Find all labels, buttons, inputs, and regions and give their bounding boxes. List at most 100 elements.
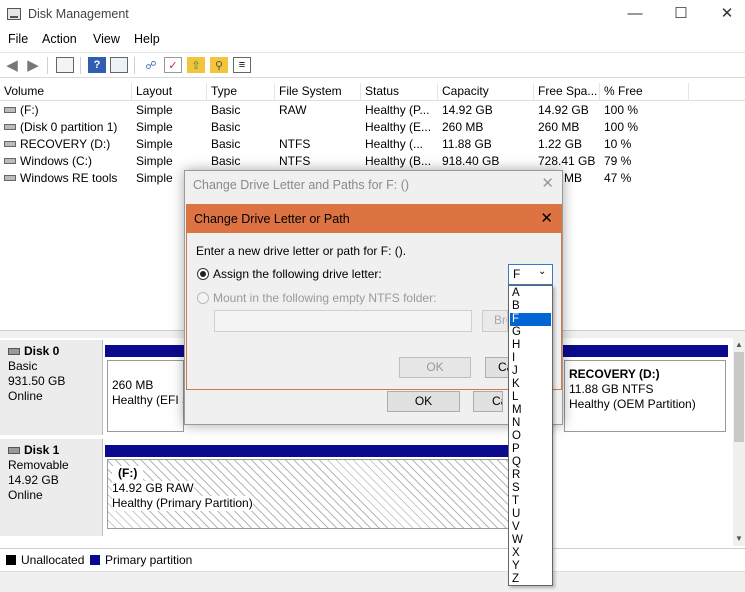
console-tree-icon[interactable] [56,57,74,73]
drive-letter-option[interactable]: M [510,404,551,417]
legend-unallocated-label: Unallocated [21,553,85,567]
drive-letter-option[interactable]: F [510,313,551,326]
minimize-icon[interactable]: — [612,0,658,28]
partition-f[interactable]: (F:) 14.92 GB RAW Healthy (Primary Parti… [107,459,509,529]
drive-letter-option[interactable]: L [510,391,551,404]
maximize-icon[interactable]: ☐ [658,0,704,28]
unallocated-swatch [6,555,16,565]
drive-letter-option[interactable]: N [510,417,551,430]
toolbar-separator [47,57,48,74]
close-icon[interactable]: ✕ [541,174,554,192]
percent-free-cell: 10 % [604,137,632,151]
toolbar-separator [134,57,135,74]
connect-icon[interactable]: ☍ [142,57,160,73]
drive-icon [4,124,16,130]
column-header-capacity[interactable]: Capacity [438,83,534,101]
ok-button[interactable]: OK [399,357,471,378]
column-header-layout[interactable]: Layout [132,83,207,101]
ok-button[interactable]: OK [387,391,460,412]
dialog-title: Change Drive Letter and Paths for F: () [193,178,410,192]
status-bar [0,571,745,592]
folder-path-input[interactable] [214,310,472,332]
properties-icon[interactable]: ≡ [233,57,251,73]
menu-file[interactable]: File [8,32,28,46]
capacity-cell: 14.92 GB [442,103,493,117]
volume-cell: (Disk 0 partition 1) [20,120,118,134]
drive-letter-option[interactable]: Q [510,456,551,469]
table-row[interactable]: (F:) Simple Basic RAW Healthy (P... 14.9… [0,102,745,119]
toolbar: ◀ ▶ ? ☍ ✓ ⇧ ⚲ ≡ [0,52,745,78]
drive-letter-select[interactable]: F ⌄ [508,264,553,285]
drive-letter-option[interactable]: Y [510,560,551,573]
drive-letter-option[interactable]: T [510,495,551,508]
scroll-down-icon[interactable]: ▼ [735,534,743,543]
drive-letter-option[interactable]: W [510,534,551,547]
vertical-scrollbar[interactable]: ▲ ▼ [733,338,745,546]
volume-cell: RECOVERY (D:) [20,137,111,151]
drive-letter-option[interactable]: K [510,378,551,391]
column-header-status[interactable]: Status [361,83,438,101]
menu-help[interactable]: Help [134,32,160,46]
drive-letter-option[interactable]: R [510,469,551,482]
menu-bar: File Action View Help [0,30,745,50]
close-icon[interactable]: ✕ [540,209,553,227]
disk-size: 14.92 GB [8,473,59,487]
drive-letter-option[interactable]: U [510,508,551,521]
drive-letter-option[interactable]: I [510,352,551,365]
drive-letter-option[interactable]: B [510,300,551,313]
capacity-cell: 11.88 GB [442,137,492,151]
drive-letter-option[interactable]: O [510,430,551,443]
scroll-thumb[interactable] [734,352,744,442]
drive-letter-option[interactable]: V [510,521,551,534]
search-folder-icon[interactable]: ⚲ [210,57,228,73]
drive-letter-option[interactable]: Z [510,573,551,586]
column-header-percent-free[interactable]: % Free [600,83,689,101]
disk-1-label[interactable]: Disk 1 Removable 14.92 GB Online [0,439,103,536]
partition-status: Healthy (Primary Partition) [112,496,253,511]
up-folder-icon[interactable]: ⇧ [187,57,205,73]
list-view-icon[interactable] [110,57,128,73]
change-letter-dialog: Change Drive Letter or Path ✕ Enter a ne… [186,204,562,390]
drive-letter-option[interactable]: J [510,365,551,378]
drive-letter-option[interactable]: A [510,287,551,300]
drive-letter-option[interactable]: P [510,443,551,456]
drive-icon [4,141,16,147]
chevron-down-icon: ⌄ [538,266,547,277]
file-system-cell: NTFS [279,137,311,151]
forward-arrow-icon[interactable]: ▶ [24,57,42,74]
scroll-up-icon[interactable]: ▲ [735,340,743,349]
close-icon[interactable]: ✕ [704,0,745,28]
cancel-button[interactable]: Ca [485,357,509,378]
column-header-volume[interactable]: Volume [0,83,132,101]
table-row[interactable]: Windows (C:) Simple Basic NTFS Healthy (… [0,153,745,170]
help-icon[interactable]: ? [88,57,106,73]
menu-action[interactable]: Action [42,32,77,46]
status-cell: Healthy (... [365,137,424,151]
cancel-button[interactable]: Ca [473,391,503,412]
browse-button[interactable]: Bro [482,310,508,332]
partition-efi[interactable]: 260 MB Healthy (EFI S [107,360,184,432]
mount-folder-label[interactable]: Mount in the following empty NTFS folder… [213,291,436,305]
percent-free-cell: 100 % [604,103,639,117]
drive-letter-option[interactable]: G [510,326,551,339]
assign-letter-label[interactable]: Assign the following drive letter: [213,267,382,281]
disk-0-label[interactable]: Disk 0 Basic 931.50 GB Online [0,340,103,435]
partition-name: RECOVERY (D:) [569,367,660,381]
column-header-type[interactable]: Type [207,83,275,101]
mount-folder-radio[interactable] [197,292,209,304]
menu-view[interactable]: View [93,32,120,46]
type-cell: Basic [211,154,241,168]
drive-letter-option[interactable]: X [510,547,551,560]
drive-letter-option[interactable]: H [510,339,551,352]
drive-letter-option[interactable]: S [510,482,551,495]
partition-recovery[interactable]: RECOVERY (D:) 11.88 GB NTFS Healthy (OEM… [564,360,726,432]
column-header-free-space[interactable]: Free Spa... [534,83,600,101]
table-row[interactable]: (Disk 0 partition 1) Simple Basic Health… [0,119,745,136]
free-space-cell: 260 MB [538,120,580,134]
table-row[interactable]: RECOVERY (D:) Simple Basic NTFS Healthy … [0,136,745,153]
back-arrow-icon[interactable]: ◀ [3,57,21,74]
disk-type: Basic [8,359,38,373]
check-icon[interactable]: ✓ [164,57,182,73]
assign-letter-radio[interactable] [197,268,209,280]
column-header-file-system[interactable]: File System [275,83,361,101]
